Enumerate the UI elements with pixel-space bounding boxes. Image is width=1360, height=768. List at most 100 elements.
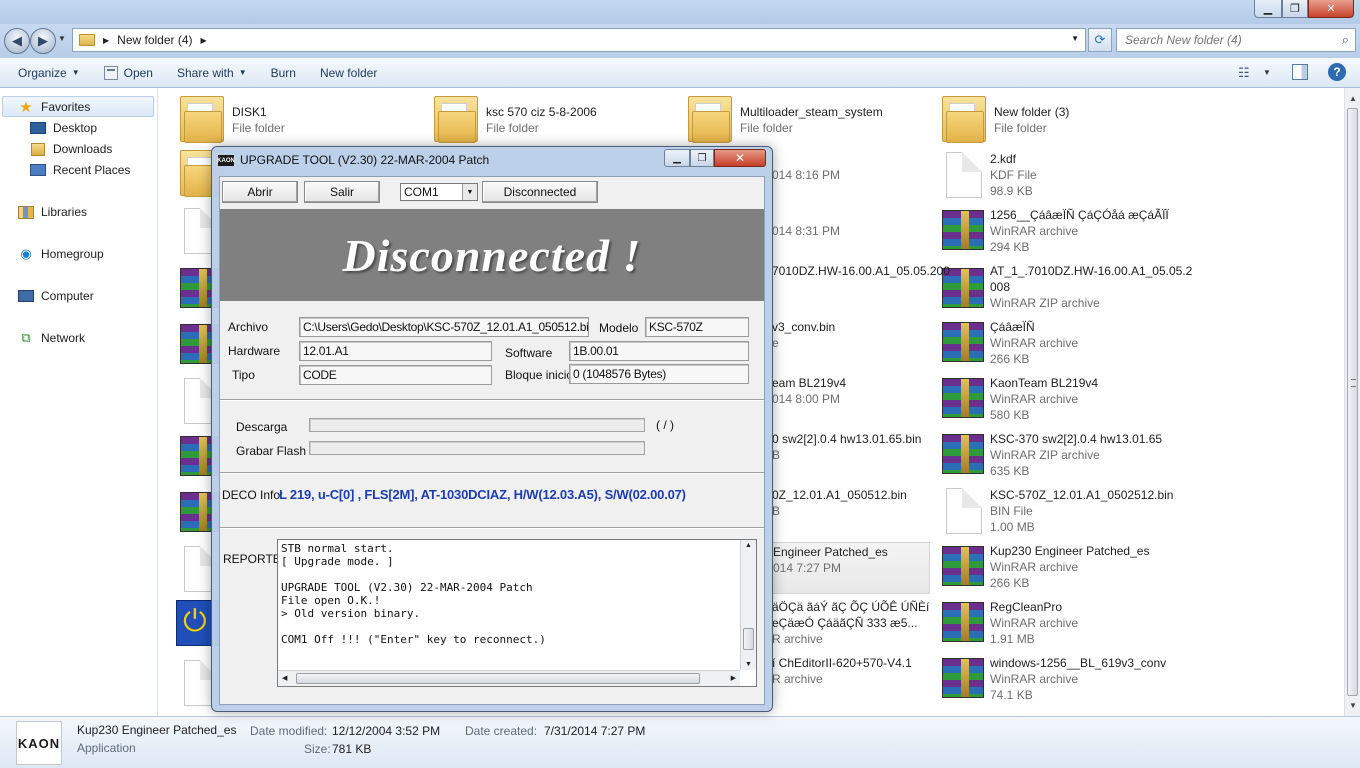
report-vertical-scrollbar[interactable]: ▲ ▼ bbox=[740, 540, 756, 670]
nav-computer[interactable]: Computer bbox=[18, 286, 94, 306]
file-item[interactable]: 2.kdf KDF File 98.9 KB bbox=[942, 150, 1192, 202]
address-dropdown-icon[interactable]: ▼ bbox=[1071, 34, 1079, 43]
file-name: v3_conv.bin bbox=[772, 320, 836, 334]
search-icon[interactable]: ⌕ bbox=[1342, 32, 1349, 48]
file-item[interactable]: 1256__ÇáâæÏÑ ÇáÇÓåá æÇáÃÏÏ WinRAR archiv… bbox=[942, 206, 1192, 258]
nav-favorites[interactable]: ★ Favorites bbox=[18, 97, 90, 117]
open-button[interactable]: Open bbox=[92, 58, 165, 88]
file-type: WinRAR archive bbox=[990, 336, 1079, 350]
hardware-field[interactable]: 12.01.A1 bbox=[299, 341, 492, 361]
file-item[interactable]: AT_1_.7010DZ.HW-16.00.A1_05.05.2 008 Win… bbox=[942, 262, 1192, 314]
scroll-right-icon[interactable]: ▶ bbox=[731, 674, 736, 682]
breadcrumb-arrow-icon[interactable]: ▶ bbox=[103, 36, 109, 45]
view-options-dropdown-icon[interactable]: ▼ bbox=[1263, 68, 1271, 77]
salir-button[interactable]: Salir bbox=[304, 181, 380, 203]
file-item[interactable]: DISK1 File folder bbox=[180, 94, 430, 146]
file-item[interactable]: windows-1256__BL_619v3_conv WinRAR archi… bbox=[942, 654, 1192, 706]
back-button[interactable]: ◀ bbox=[4, 28, 30, 54]
file-name: 0 sw2[2].0.4 hw13.01.65.bin bbox=[772, 432, 922, 446]
file-type: WinRAR archive bbox=[990, 224, 1079, 238]
recent-locations-dropdown-icon[interactable]: ▼ bbox=[58, 34, 66, 43]
forward-button[interactable]: ▶ bbox=[30, 28, 56, 54]
scroll-up-icon[interactable]: ▲ bbox=[1349, 94, 1357, 103]
vertical-scrollbar[interactable]: ▲ ▼ bbox=[1344, 88, 1360, 716]
tipo-field[interactable]: CODE bbox=[299, 365, 492, 385]
grip-icon bbox=[1351, 379, 1356, 387]
scroll-left-icon[interactable]: ◀ bbox=[282, 674, 287, 682]
desktop-icon bbox=[30, 121, 46, 135]
com-port-select[interactable]: COM1 ▼ bbox=[400, 183, 478, 201]
help-button[interactable]: ? bbox=[1328, 63, 1346, 81]
archivo-field[interactable]: C:\Users\Gedo\Desktop\KSC-570Z_12.01.A1_… bbox=[299, 317, 589, 337]
star-icon: ★ bbox=[19, 99, 33, 116]
share-with-label: Share with bbox=[176, 65, 234, 80]
file-size: 635 KB bbox=[990, 464, 1030, 478]
refresh-button[interactable]: ⟳ bbox=[1088, 28, 1112, 52]
software-field[interactable]: 1B.00.01 bbox=[569, 341, 749, 361]
com-port-value: COM1 bbox=[404, 185, 439, 199]
scroll-down-icon[interactable]: ▼ bbox=[745, 661, 752, 668]
nav-desktop[interactable]: Desktop bbox=[30, 118, 97, 138]
file-item[interactable]: KaonTeam BL219v4 WinRAR archive 580 KB bbox=[942, 374, 1192, 426]
nav-network[interactable]: ⧉ Network bbox=[18, 328, 85, 348]
file-item[interactable]: KSC-370 sw2[2].0.4 hw13.01.65 WinRAR ZIP… bbox=[942, 430, 1192, 482]
report-horizontal-scrollbar[interactable]: ◀ ▶ bbox=[278, 670, 740, 686]
abrir-button[interactable]: Abrir bbox=[222, 181, 298, 203]
search-input[interactable] bbox=[1125, 33, 1335, 47]
dialog-title-bar[interactable]: KAON UPGRADE TOOL (V2.30) 22-MAR-2004 Pa… bbox=[212, 147, 772, 175]
file-item[interactable]: New folder (3) File folder bbox=[942, 94, 1192, 146]
connection-status-button[interactable]: Disconnected bbox=[482, 181, 598, 203]
scroll-down-icon[interactable]: ▼ bbox=[1349, 701, 1357, 710]
scrollbar-thumb[interactable] bbox=[1347, 108, 1358, 696]
modelo-field[interactable]: KSC-570Z bbox=[645, 317, 749, 337]
organize-button[interactable]: Organize ▼ bbox=[0, 58, 92, 88]
file-size: 266 KB bbox=[990, 352, 1030, 366]
search-box[interactable]: ⌕ bbox=[1116, 28, 1356, 52]
recent-places-icon bbox=[30, 163, 46, 177]
dialog-minimize-button[interactable]: ▁ bbox=[664, 149, 690, 167]
breadcrumb-current-folder[interactable]: New folder (4) bbox=[117, 33, 192, 47]
navigation-pane: ★ Favorites Desktop Downloads Recent Pla… bbox=[0, 88, 158, 716]
minimize-button[interactable]: ▁ bbox=[1254, 0, 1282, 18]
file-item[interactable]: Kup230 Engineer Patched_es WinRAR archiv… bbox=[942, 542, 1192, 594]
file-size: 74.1 KB bbox=[990, 688, 1033, 702]
file-item[interactable]: ksc 570 ciz 5-8-2006 File folder bbox=[434, 94, 684, 146]
share-with-button[interactable]: Share with ▼ bbox=[165, 58, 259, 88]
back-arrow-icon: ◀ bbox=[12, 33, 22, 48]
nav-downloads[interactable]: Downloads bbox=[30, 139, 112, 159]
report-log-text[interactable]: STB normal start. [ Upgrade mode. ] UPGR… bbox=[281, 542, 737, 670]
scroll-up-icon[interactable]: ▲ bbox=[745, 542, 752, 549]
report-log[interactable]: STB normal start. [ Upgrade mode. ] UPGR… bbox=[277, 539, 757, 687]
grabar-flash-label: Grabar Flash bbox=[236, 444, 307, 458]
details-date-modified: 12/12/2004 3:52 PM bbox=[332, 724, 441, 738]
document-icon bbox=[946, 488, 982, 534]
scrollbar-thumb[interactable] bbox=[296, 673, 700, 684]
file-item[interactable]: Multiloader_steam_system File folder bbox=[688, 94, 938, 146]
nav-libraries[interactable]: Libraries bbox=[18, 202, 87, 222]
nav-recent-places[interactable]: Recent Places bbox=[30, 160, 130, 180]
file-name: Multiloader_steam_system bbox=[740, 105, 883, 119]
chevron-down-icon[interactable]: ▼ bbox=[462, 184, 477, 200]
new-folder-button[interactable]: New folder bbox=[308, 58, 389, 88]
file-item[interactable]: RegCleanPro WinRAR archive 1.91 MB bbox=[942, 598, 1192, 650]
computer-icon bbox=[18, 289, 34, 303]
file-type: R archive bbox=[772, 632, 823, 646]
change-view-icon[interactable]: ☷ bbox=[1238, 65, 1250, 81]
scrollbar-thumb[interactable] bbox=[743, 628, 754, 650]
file-item[interactable]: KSC-570Z_12.01.A1_0502512.bin BIN File 1… bbox=[942, 486, 1192, 538]
software-label: Software bbox=[505, 346, 553, 360]
details-size-label: Size: bbox=[304, 742, 331, 756]
bloque-inicio-field[interactable]: 0 (1048576 Bytes) bbox=[569, 364, 749, 384]
close-button[interactable]: ✕ bbox=[1308, 0, 1354, 18]
preview-pane-button[interactable] bbox=[1292, 64, 1308, 80]
dialog-close-button[interactable]: ✕ bbox=[714, 149, 766, 167]
file-item[interactable]: ÇáâæÏÑ WinRAR archive 266 KB bbox=[942, 318, 1192, 370]
nav-homegroup[interactable]: ◉ Homegroup bbox=[18, 244, 103, 264]
maximize-button[interactable]: ❐ bbox=[1282, 0, 1308, 18]
burn-button[interactable]: Burn bbox=[259, 58, 308, 88]
breadcrumb-arrow-icon[interactable]: ▶ bbox=[201, 36, 207, 45]
dialog-client-area: Abrir Salir COM1 ▼ Disconnected Disconne… bbox=[219, 176, 765, 705]
dialog-maximize-button[interactable]: ❐ bbox=[690, 149, 714, 167]
address-bar[interactable]: ▶ New folder (4) ▶ ▼ bbox=[72, 28, 1086, 52]
descarga-label: Descarga bbox=[236, 420, 288, 434]
